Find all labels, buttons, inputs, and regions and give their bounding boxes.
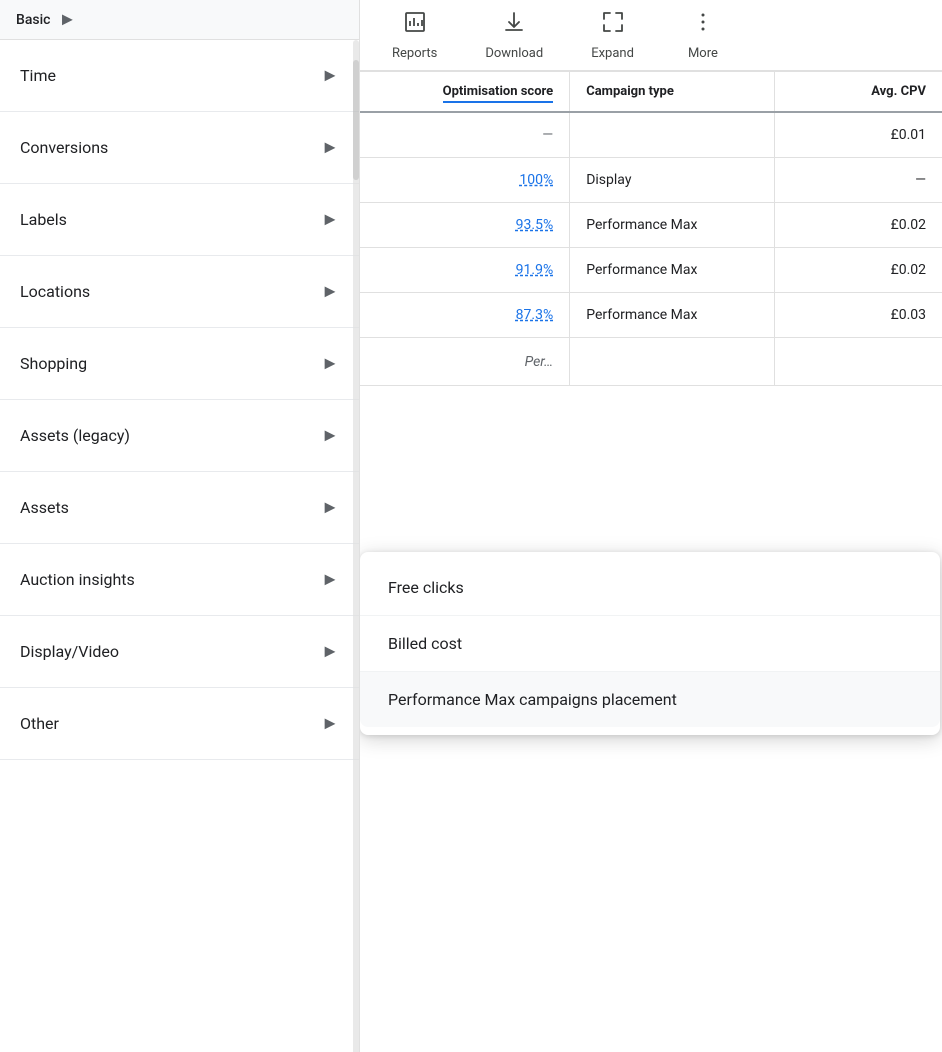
td-opt-score-2[interactable]: 93.5% [360, 203, 570, 248]
sidebar-item-conversions[interactable]: Conversions ► [0, 112, 359, 184]
table-row: — £0.01 [360, 112, 942, 158]
data-table-container: Optimisation score Campaign type Avg. CP… [360, 72, 942, 1052]
download-icon [502, 10, 526, 40]
reports-icon [403, 10, 427, 40]
expand-icon [601, 10, 625, 40]
td-avg-cpv-1: — [774, 158, 942, 203]
content-area: Reports Download Expand [360, 0, 942, 1052]
sidebar-scrollbar[interactable] [353, 40, 359, 1052]
sidebar-item-assets-legacy[interactable]: Assets (legacy) ► [0, 400, 359, 472]
chevron-right-icon: ► [321, 713, 339, 734]
th-campaign-type: Campaign type [570, 72, 774, 112]
chevron-right-icon: ► [321, 569, 339, 590]
chevron-right-icon: ► [321, 425, 339, 446]
table-row: 87.3% Performance Max £0.03 [360, 293, 942, 338]
sidebar-item-time[interactable]: Time ► [0, 40, 359, 112]
td-opt-score-0: — [360, 112, 570, 158]
sidebar-item-assets[interactable]: Assets ► [0, 472, 359, 544]
dropdown-item-perf-max-placement[interactable]: Performance Max campaigns placement [360, 672, 940, 727]
data-table: Optimisation score Campaign type Avg. CP… [360, 72, 942, 386]
reports-label: Reports [392, 46, 437, 61]
sidebar-item-other[interactable]: Other ► [0, 688, 359, 760]
td-avg-cpv-0: £0.01 [774, 112, 942, 158]
download-button[interactable]: Download [461, 2, 567, 69]
sidebar-top-bar: Basic ► [0, 0, 359, 40]
dropdown-item-billed-cost[interactable]: Billed cost [360, 616, 940, 672]
expand-button[interactable]: Expand [567, 2, 658, 69]
sidebar-item-shopping[interactable]: Shopping ► [0, 328, 359, 400]
table-row: 91.9% Performance Max £0.02 [360, 248, 942, 293]
table-row: Per… [360, 338, 942, 386]
table-header-row: Optimisation score Campaign type Avg. CP… [360, 72, 942, 112]
more-icon [691, 10, 715, 40]
td-avg-cpv-4: £0.03 [774, 293, 942, 338]
more-label: More [688, 46, 718, 61]
td-opt-score-5[interactable]: Per… [360, 338, 570, 386]
sidebar-top-label: Basic [16, 12, 50, 28]
sidebar-top-chevron: ► [58, 9, 76, 30]
td-opt-score-3[interactable]: 91.9% [360, 248, 570, 293]
td-opt-score-4[interactable]: 87.3% [360, 293, 570, 338]
td-avg-cpv-3: £0.02 [774, 248, 942, 293]
sidebar-item-display-video[interactable]: Display/Video ► [0, 616, 359, 688]
td-campaign-type-3: Performance Max [570, 248, 774, 293]
table-row: 93.5% Performance Max £0.02 [360, 203, 942, 248]
chevron-right-icon: ► [321, 281, 339, 302]
sidebar-item-auction-insights[interactable]: Auction insights ► [0, 544, 359, 616]
main-layout: Basic ► Time ► Conversions ► Labels ► Lo… [0, 0, 942, 1052]
sidebar-scrollbar-thumb[interactable] [353, 60, 359, 180]
td-campaign-type-5 [570, 338, 774, 386]
th-opt-score-label: Optimisation score [443, 84, 554, 103]
chevron-right-icon: ► [321, 353, 339, 374]
dropdown-menu: Free clicks Billed cost Performance Max … [360, 552, 940, 735]
download-label: Download [485, 46, 543, 61]
chevron-right-icon: ► [321, 65, 339, 86]
sidebar: Basic ► Time ► Conversions ► Labels ► Lo… [0, 0, 360, 1052]
th-avg-cpv: Avg. CPV [774, 72, 942, 112]
td-campaign-type-2: Performance Max [570, 203, 774, 248]
chevron-right-icon: ► [321, 497, 339, 518]
more-button[interactable]: More [658, 2, 748, 69]
dropdown-item-free-clicks[interactable]: Free clicks [360, 560, 940, 616]
td-campaign-type-4: Performance Max [570, 293, 774, 338]
table-row: 100% Display — [360, 158, 942, 203]
chevron-right-icon: ► [321, 641, 339, 662]
chevron-right-icon: ► [321, 137, 339, 158]
sidebar-item-labels[interactable]: Labels ► [0, 184, 359, 256]
td-avg-cpv-2: £0.02 [774, 203, 942, 248]
td-opt-score-1[interactable]: 100% [360, 158, 570, 203]
chevron-right-icon: ► [321, 209, 339, 230]
sidebar-item-locations[interactable]: Locations ► [0, 256, 359, 328]
expand-label: Expand [591, 46, 634, 61]
toolbar: Reports Download Expand [360, 0, 942, 72]
td-avg-cpv-5 [774, 338, 942, 386]
th-optimisation-score: Optimisation score [360, 72, 570, 112]
td-campaign-type-1: Display [570, 158, 774, 203]
td-campaign-type-0 [570, 112, 774, 158]
reports-button[interactable]: Reports [368, 2, 461, 69]
